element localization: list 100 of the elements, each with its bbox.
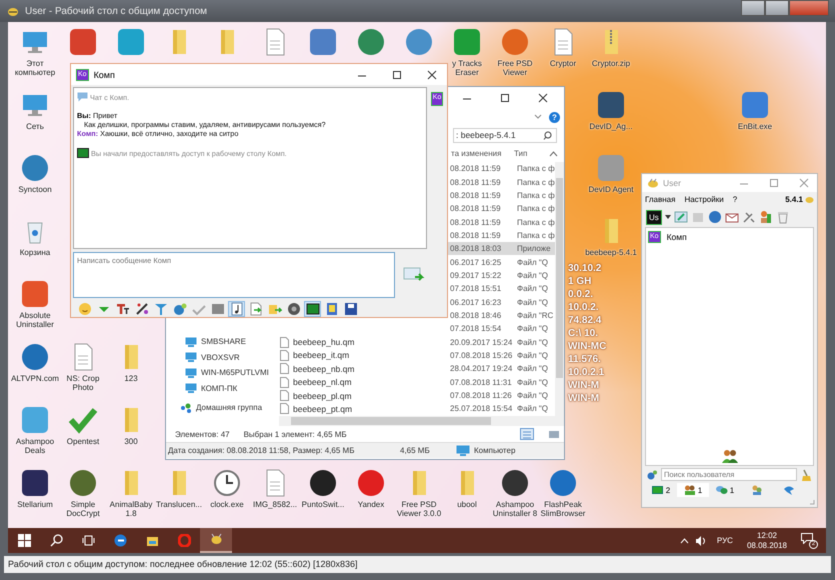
people-icon bbox=[722, 449, 738, 463]
gear-button[interactable] bbox=[171, 301, 188, 317]
bee-icon bbox=[805, 195, 814, 204]
file-row[interactable]: beebeep_hu.qm 20.09.2017 15:24 Файл "Q bbox=[279, 335, 555, 349]
desktop-shortcut[interactable]: Этот компьютер bbox=[8, 27, 62, 77]
desktop-shortcut[interactable]: ALTVPN.com bbox=[8, 342, 62, 383]
smiley-button[interactable] bbox=[76, 301, 93, 317]
file-row[interactable]: beebeep_pl.qm 07.08.2018 11:26 Файл "Q bbox=[279, 388, 555, 402]
menu-item[interactable]: Главная bbox=[645, 195, 676, 204]
column-header[interactable]: Тип bbox=[514, 149, 549, 158]
nav-item[interactable]: VBOXSVR bbox=[166, 350, 279, 365]
tiles-view-icon[interactable] bbox=[548, 429, 560, 439]
desktop-shortcut[interactable]: 123 bbox=[104, 342, 158, 383]
desktop-shortcut[interactable]: Synctoon bbox=[8, 153, 62, 194]
app-icon bbox=[68, 468, 98, 498]
network-icon[interactable] bbox=[708, 210, 722, 224]
user-avatar[interactable]: Us bbox=[646, 210, 662, 224]
file-type: Файл "Q bbox=[517, 298, 549, 307]
menu-item[interactable]: Настройки bbox=[684, 195, 724, 204]
file-date: 08.2018 18:46 bbox=[449, 310, 502, 320]
tab[interactable]: 1 bbox=[677, 483, 709, 497]
screen-button[interactable] bbox=[304, 301, 321, 317]
column-header[interactable]: та изменения bbox=[451, 149, 514, 158]
status-bar: Рабочий стол с общим доступом: последнее обновление 12:02 (55::602) [1280x836] bbox=[4, 556, 831, 573]
search-field[interactable]: : beebeep-5.4.1 bbox=[453, 128, 557, 142]
language-indicator[interactable]: РУС bbox=[716, 536, 733, 545]
start-icon bbox=[18, 534, 30, 547]
desktop-shortcut[interactable]: DevID_Ag... bbox=[584, 90, 638, 131]
resize-grip-icon[interactable] bbox=[809, 499, 815, 505]
clock-date[interactable]: 08.08.2018 bbox=[746, 540, 787, 550]
nav-item[interactable]: КОМП-ПК bbox=[166, 380, 279, 396]
broom-icon[interactable] bbox=[801, 468, 811, 480]
desktop-shortcut[interactable]: beebeep-5.4.1 bbox=[584, 216, 638, 257]
send-icon[interactable] bbox=[403, 267, 425, 283]
network-icon bbox=[647, 470, 657, 480]
details-view-icon[interactable] bbox=[520, 428, 534, 440]
desktop-shortcut[interactable]: DevID Agent bbox=[584, 153, 638, 194]
file-name: beebeep_nl.qm bbox=[293, 377, 352, 388]
people-icon bbox=[684, 484, 696, 496]
file-type: Приложе bbox=[517, 244, 552, 254]
note-button[interactable] bbox=[228, 301, 245, 317]
help-button[interactable]: ? bbox=[549, 112, 560, 122]
font-button[interactable] bbox=[114, 301, 131, 317]
caret-icon[interactable] bbox=[664, 215, 671, 219]
group-icon bbox=[751, 484, 763, 496]
desktop-shortcut[interactable] bbox=[404, 27, 434, 57]
file-date: 20.09.2017 15:24 bbox=[449, 338, 514, 347]
tab[interactable]: 2 bbox=[645, 483, 677, 497]
file-row[interactable]: beebeep_nl.qm 07.08.2018 11:31 Файл "Q bbox=[279, 376, 555, 389]
file-row[interactable]: beebeep_nb.qm 28.04.2017 19:24 Файл "Q bbox=[279, 362, 555, 376]
file-row[interactable]: 07.2018 15:54 Файл "Q bbox=[279, 322, 555, 336]
file-row[interactable]: beebeep_pt.qm 25.07.2018 15:54 Файл "Q bbox=[279, 402, 555, 416]
chevron-down-icon[interactable] bbox=[534, 114, 542, 120]
computer-icon bbox=[185, 383, 197, 394]
desktop-shortcut[interactable]: Корзина bbox=[8, 216, 62, 257]
file-date: 07.08.2018 15:26 bbox=[449, 350, 514, 360]
app-icon bbox=[356, 468, 386, 498]
computer-icon bbox=[185, 336, 197, 347]
system-info-line: C:\ 10. bbox=[568, 327, 600, 340]
camera-button[interactable] bbox=[285, 301, 302, 317]
file-row[interactable]: beebeep_it.qm 07.08.2018 15:26 Файл "Q bbox=[279, 348, 555, 362]
nav-item[interactable]: SMBSHARE bbox=[166, 334, 279, 350]
horizontal-scrollbar[interactable] bbox=[279, 416, 564, 426]
desktop-shortcut[interactable] bbox=[356, 27, 386, 57]
file-date: 08.2018 11:59 bbox=[449, 230, 502, 240]
desktop-shortcut[interactable] bbox=[308, 27, 338, 57]
clock-time[interactable]: 12:02 bbox=[756, 530, 777, 540]
system-info-line: 30.10.2 bbox=[568, 262, 602, 275]
save-button[interactable] bbox=[342, 301, 359, 317]
file-type: Файл "Q bbox=[517, 338, 549, 347]
desktop-shortcut[interactable]: Absolute Uninstaller bbox=[8, 279, 62, 329]
desktop-shortcut[interactable]: Сеть bbox=[8, 90, 62, 131]
close-button[interactable] bbox=[426, 70, 438, 80]
checkmark-icon bbox=[68, 405, 98, 435]
people-icon[interactable] bbox=[758, 210, 773, 224]
maximize-button[interactable] bbox=[499, 93, 511, 103]
notepad-icon bbox=[324, 302, 338, 316]
file-date: 08.2018 11:59 bbox=[449, 178, 502, 187]
trash-icon[interactable] bbox=[776, 210, 790, 224]
close-button[interactable] bbox=[537, 93, 549, 103]
system-info-line: 10.0.2.1 bbox=[568, 366, 606, 379]
tab[interactable]: 1 bbox=[709, 483, 741, 497]
smiley-icon bbox=[78, 302, 92, 316]
maximize-button[interactable] bbox=[391, 70, 403, 80]
window-title: User bbox=[663, 178, 681, 188]
screen-icon bbox=[652, 484, 664, 496]
chevron-up-icon[interactable] bbox=[680, 538, 689, 544]
system-info-line: WIN-M bbox=[568, 392, 600, 405]
nav-item[interactable]: Домашняя группа bbox=[166, 400, 279, 416]
vertical-scrollbar[interactable] bbox=[555, 162, 564, 416]
desktop-shortcut[interactable]: EnBit.exe bbox=[728, 90, 782, 131]
menu-item[interactable]: ? bbox=[732, 195, 738, 204]
font-icon bbox=[116, 302, 130, 316]
desktop-shortcut[interactable] bbox=[116, 27, 146, 57]
scroll-up-icon[interactable] bbox=[549, 150, 558, 158]
nav-item[interactable]: WIN-M65PUTLVMI bbox=[166, 365, 279, 380]
speaker-icon[interactable] bbox=[694, 536, 707, 546]
desktop-shortcut[interactable] bbox=[68, 27, 98, 57]
tools-icon[interactable] bbox=[742, 210, 756, 224]
app-icon bbox=[500, 468, 530, 498]
